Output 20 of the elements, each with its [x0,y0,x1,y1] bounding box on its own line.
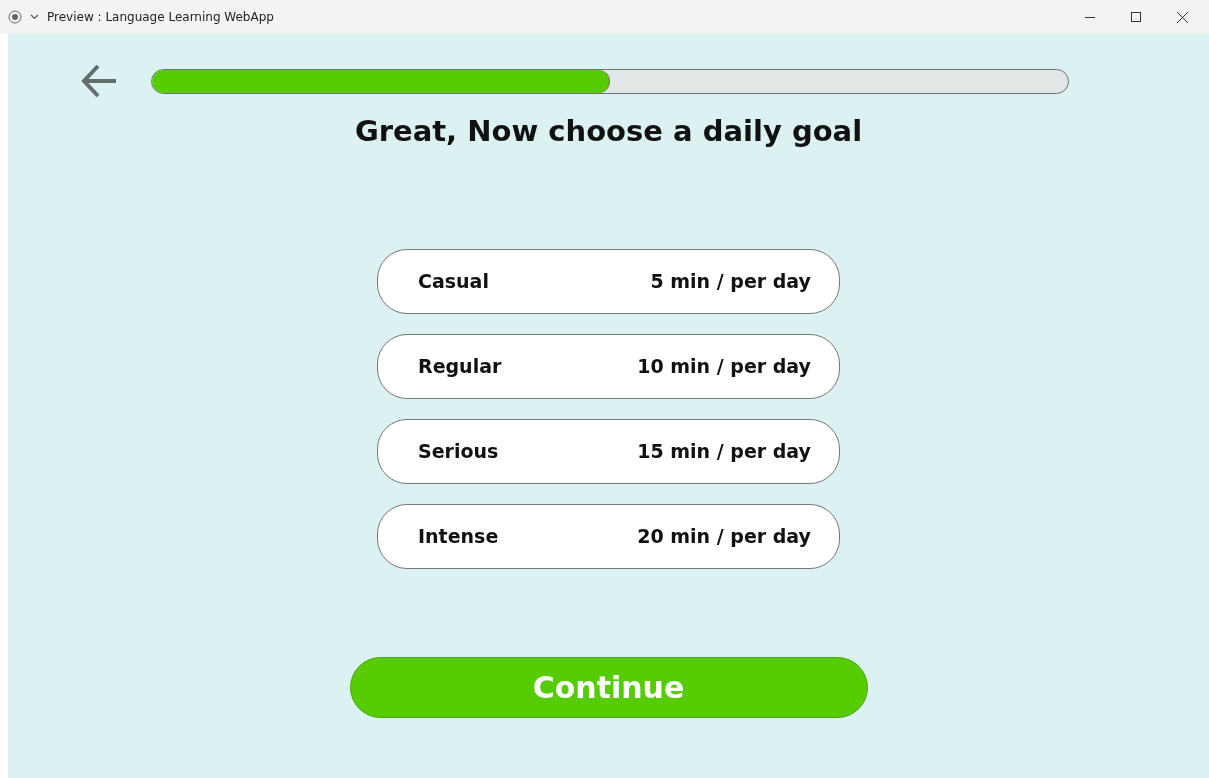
goal-option[interactable]: Intense 20 min / per day [377,503,840,569]
radio-icon[interactable] [8,10,22,24]
goal-option[interactable]: Serious 15 min / per day [377,418,840,484]
close-icon[interactable] [1176,11,1188,23]
window-title: Preview : Language Learning WebApp [47,9,274,26]
goal-option[interactable]: Regular 10 min / per day [377,333,840,399]
goal-duration: 15 min / per day [637,439,811,465]
maximize-icon[interactable] [1131,12,1141,22]
goal-duration: 20 min / per day [637,524,811,550]
heading: Great, Now choose a daily goal [353,114,864,149]
back-arrow-icon[interactable] [80,62,118,100]
goal-option[interactable]: Casual 5 min / per day [377,248,840,314]
goal-label: Casual [418,269,489,295]
goal-label: Regular [418,354,502,380]
chevron-icon[interactable] [30,14,39,20]
goal-label: Serious [418,439,499,465]
goal-label: Intense [418,524,499,550]
goal-duration: 10 min / per day [637,354,811,380]
goal-duration: 5 min / per day [650,269,811,295]
minimize-icon[interactable] [1085,16,1095,18]
